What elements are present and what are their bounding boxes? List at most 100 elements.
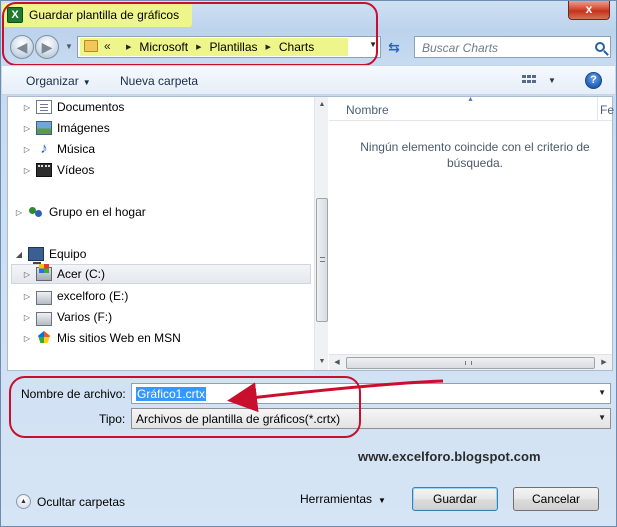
save-button[interactable]: Guardar: [412, 487, 498, 511]
new-folder-button[interactable]: Nueva carpeta: [120, 74, 198, 88]
tree-item-videos[interactable]: ▷ Vídeos: [22, 160, 94, 180]
scroll-right-icon[interactable]: ▶: [596, 355, 612, 371]
expand-arrow-icon[interactable]: ▷: [22, 124, 32, 133]
tools-label: Herramientas: [300, 492, 373, 506]
tree-item-label: Acer (C:): [57, 267, 105, 281]
filename-label: Nombre de archivo:: [21, 387, 126, 401]
scrollbar-thumb[interactable]: [346, 357, 595, 369]
view-grid-cell: [532, 75, 536, 78]
scroll-grip-icon: [320, 257, 325, 262]
organize-button[interactable]: Organizar ▼: [26, 74, 91, 88]
filename-dropdown-icon[interactable]: ▼: [598, 388, 606, 397]
drive-icon: [36, 290, 52, 305]
tree-item-msn-sites[interactable]: ▷ Mis sitios Web en MSN: [22, 328, 181, 348]
tree-item-drive-f[interactable]: ▷ Varios (F:): [22, 307, 112, 327]
search-placeholder: Buscar Charts: [422, 41, 499, 55]
expand-arrow-icon[interactable]: ▷: [22, 166, 32, 175]
tree-item-documents[interactable]: ▷ Documentos: [22, 97, 124, 117]
back-button[interactable]: ◀: [10, 35, 34, 59]
file-type-select[interactable]: Archivos de plantilla de gráficos(*.crtx…: [131, 408, 611, 429]
cancel-button[interactable]: Cancelar: [513, 487, 599, 511]
drive-c-icon: [36, 264, 52, 281]
navigation-vertical-scrollbar[interactable]: ▲ ▼: [314, 97, 328, 370]
chevron-right-icon[interactable]: ▶: [126, 43, 131, 51]
view-grid-cell: [532, 80, 536, 83]
view-grid-cell: [522, 75, 526, 78]
scroll-grip-icon: [465, 361, 472, 365]
pictures-icon: [36, 121, 52, 135]
expand-arrow-icon[interactable]: ▷: [14, 208, 24, 217]
save-dialog: X Guardar plantilla de gráficos x ◀ ▶ ▼ …: [0, 0, 617, 527]
search-input[interactable]: Buscar Charts: [414, 36, 611, 58]
excel-app-icon: X: [7, 7, 23, 23]
file-list-horizontal-scrollbar[interactable]: ◀ ▶: [329, 354, 612, 370]
documents-icon: [36, 100, 52, 114]
collapse-arrow-icon[interactable]: ◢: [14, 250, 24, 259]
breadcrumb: ▶ Microsoft ▶ Plantillas ▶ Charts: [118, 40, 314, 54]
navigation-bar: ◀ ▶ ▼ « ▶ Microsoft ▶ Plantillas ▶ Chart…: [1, 32, 616, 62]
command-toolbar: Organizar ▼ Nueva carpeta ▼ ?: [2, 65, 615, 95]
window-title: Guardar plantilla de gráficos: [29, 8, 180, 22]
chevron-right-icon[interactable]: ▶: [266, 43, 271, 51]
tree-item-label: Grupo en el hogar: [49, 205, 146, 219]
scroll-down-icon[interactable]: ▼: [315, 354, 328, 370]
tree-item-drive-e[interactable]: ▷ excelforo (E:): [22, 286, 128, 306]
breadcrumb-item-charts[interactable]: Charts: [279, 40, 314, 54]
recent-locations-dropdown-icon[interactable]: ▼: [63, 40, 75, 54]
change-view-icon[interactable]: [522, 75, 536, 87]
expand-arrow-icon[interactable]: ▷: [22, 270, 32, 279]
search-icon[interactable]: [595, 42, 605, 52]
sort-arrow-icon: ▲: [467, 96, 474, 103]
tree-item-label: Documentos: [57, 100, 125, 114]
refresh-icon[interactable]: ⇆: [385, 39, 403, 57]
scrollbar-thumb[interactable]: [316, 198, 328, 322]
videos-icon: [36, 163, 52, 177]
tree-item-computer[interactable]: ◢ Equipo: [14, 244, 86, 264]
tree-item-label: Vídeos: [57, 163, 95, 177]
filename-value: Gráfico1.crtx: [136, 387, 207, 401]
column-header-name[interactable]: Nombre: [346, 103, 389, 117]
view-grid-cell: [527, 75, 531, 78]
dialog-footer: ▲ Ocultar carpetas Herramientas ▼ Guardar…: [2, 479, 615, 526]
expand-arrow-icon[interactable]: ▷: [22, 313, 32, 322]
forward-button[interactable]: ▶: [35, 35, 59, 59]
collapse-up-icon: ▲: [16, 494, 31, 509]
breadcrumb-item-plantillas[interactable]: Plantillas: [209, 40, 257, 54]
close-button[interactable]: x: [568, 1, 610, 20]
column-header-date[interactable]: Fe: [600, 103, 614, 117]
column-divider[interactable]: [597, 97, 598, 121]
expand-arrow-icon[interactable]: ▷: [22, 292, 32, 301]
tree-item-pictures[interactable]: ▷ Imágenes: [22, 118, 110, 138]
chevron-right-icon[interactable]: ▶: [196, 43, 201, 51]
expand-arrow-icon[interactable]: ▷: [22, 145, 32, 154]
scroll-up-icon[interactable]: ▲: [315, 97, 328, 113]
chevron-down-icon: ▼: [82, 78, 91, 87]
tools-button[interactable]: Herramientas ▼: [300, 492, 386, 506]
file-type-dropdown-icon[interactable]: ▼: [598, 413, 606, 422]
blog-watermark: www.excelforo.blogspot.com: [358, 449, 541, 464]
scroll-left-icon[interactable]: ◀: [329, 355, 345, 371]
folder-icon: [84, 40, 98, 52]
hide-folders-button[interactable]: ▲ Ocultar carpetas: [16, 494, 125, 509]
address-bar[interactable]: « ▶ Microsoft ▶ Plantillas ▶ Charts ▼: [77, 36, 381, 58]
breadcrumb-overflow[interactable]: «: [104, 39, 111, 53]
tree-item-label: Música: [57, 142, 96, 156]
help-icon[interactable]: ?: [585, 72, 602, 89]
tree-item-drive-c[interactable]: ▷ Acer (C:): [11, 264, 311, 284]
tree-item-homegroup[interactable]: ▷ Grupo en el hogar: [14, 202, 146, 222]
tree-item-label: excelforo (E:): [57, 289, 129, 303]
drive-icon: [36, 311, 52, 326]
expand-arrow-icon[interactable]: ▷: [22, 334, 32, 343]
tree-item-label: Varios (F:): [57, 310, 113, 324]
tree-item-label: Equipo: [49, 247, 87, 261]
file-list-pane: ▲ Nombre Fe Ningún elemento coincide con…: [329, 96, 614, 370]
tree-item-music[interactable]: ▷ ♪ Música: [22, 139, 95, 159]
breadcrumb-item-microsoft[interactable]: Microsoft: [139, 40, 188, 54]
filename-input[interactable]: Gráfico1.crtx ▼: [131, 383, 611, 404]
expand-arrow-icon[interactable]: ▷: [22, 103, 32, 112]
address-dropdown-icon[interactable]: ▼: [369, 40, 377, 49]
view-options-dropdown-icon[interactable]: ▼: [548, 76, 556, 85]
view-grid-cell: [527, 80, 531, 83]
view-grid-cell: [522, 80, 526, 83]
tree-item-label: Imágenes: [57, 121, 110, 135]
